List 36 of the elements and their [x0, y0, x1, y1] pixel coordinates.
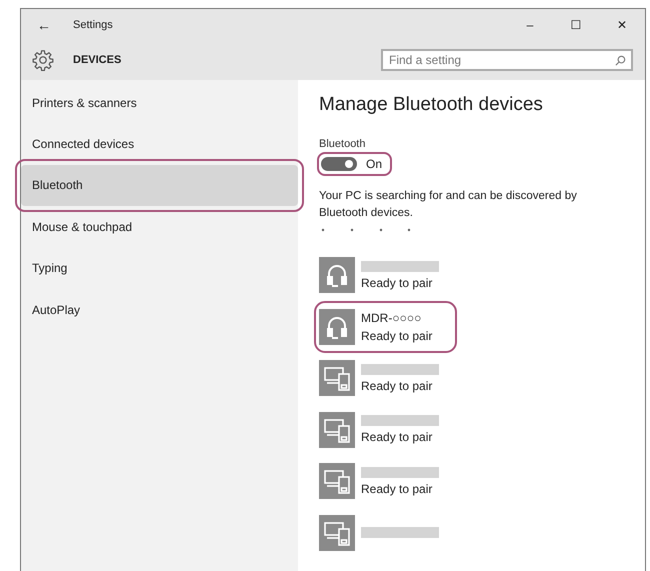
device-item[interactable]: Ready to pair: [319, 357, 459, 399]
computer-phone-icon: [319, 463, 355, 499]
computer-phone-icon: [319, 514, 355, 550]
device-status: Ready to pair: [361, 328, 432, 342]
device-item[interactable]: Ready to pair: [319, 254, 459, 296]
headphones-icon: [319, 308, 355, 344]
bluetooth-toggle[interactable]: On: [319, 154, 390, 174]
sidebar-item[interactable]: Mouse & touchpad: [21, 206, 298, 248]
computer-phone-icon: [319, 412, 355, 448]
device-item[interactable]: MDR-○○○○ Ready to pair: [319, 306, 452, 348]
sidebar-item[interactable]: AutoPlay: [21, 288, 298, 330]
computer-phone-icon: [319, 360, 355, 396]
section-title: DEVICES: [73, 54, 122, 66]
device-name: MDR-○○○○: [361, 310, 422, 324]
search-icon: [615, 54, 626, 66]
minimize-button[interactable]: –: [507, 18, 553, 32]
sidebar-item[interactable]: Connected devices: [21, 123, 298, 165]
gear-icon: [32, 49, 54, 71]
page-heading: Manage Bluetooth devices: [319, 94, 544, 116]
back-button[interactable]: ←: [21, 16, 67, 32]
window-title: Settings: [73, 18, 114, 30]
device-item[interactable]: Ready to pair: [319, 408, 459, 450]
close-button[interactable]: ✕: [599, 18, 645, 32]
sidebar-item[interactable]: Bluetooth: [21, 164, 298, 206]
search-field[interactable]: Find a setting: [381, 49, 633, 71]
device-item[interactable]: Ready to pair: [319, 460, 459, 502]
maximize-button[interactable]: ☐: [553, 18, 599, 32]
sidebar-item[interactable]: Typing: [21, 248, 298, 289]
device-status: Ready to pair: [361, 482, 434, 496]
toggle-label: Bluetooth: [319, 138, 366, 150]
headphones-icon: [319, 257, 355, 293]
sidebar-item[interactable]: Printers & scanners: [21, 82, 298, 124]
device-status: Ready to pair: [361, 430, 434, 444]
device-status: Ready to pair: [361, 378, 434, 392]
device-status: Ready to pair: [361, 276, 434, 290]
status-description: Your PC is searching for and can be discovered by Bluetooth devices.: [319, 189, 578, 221]
